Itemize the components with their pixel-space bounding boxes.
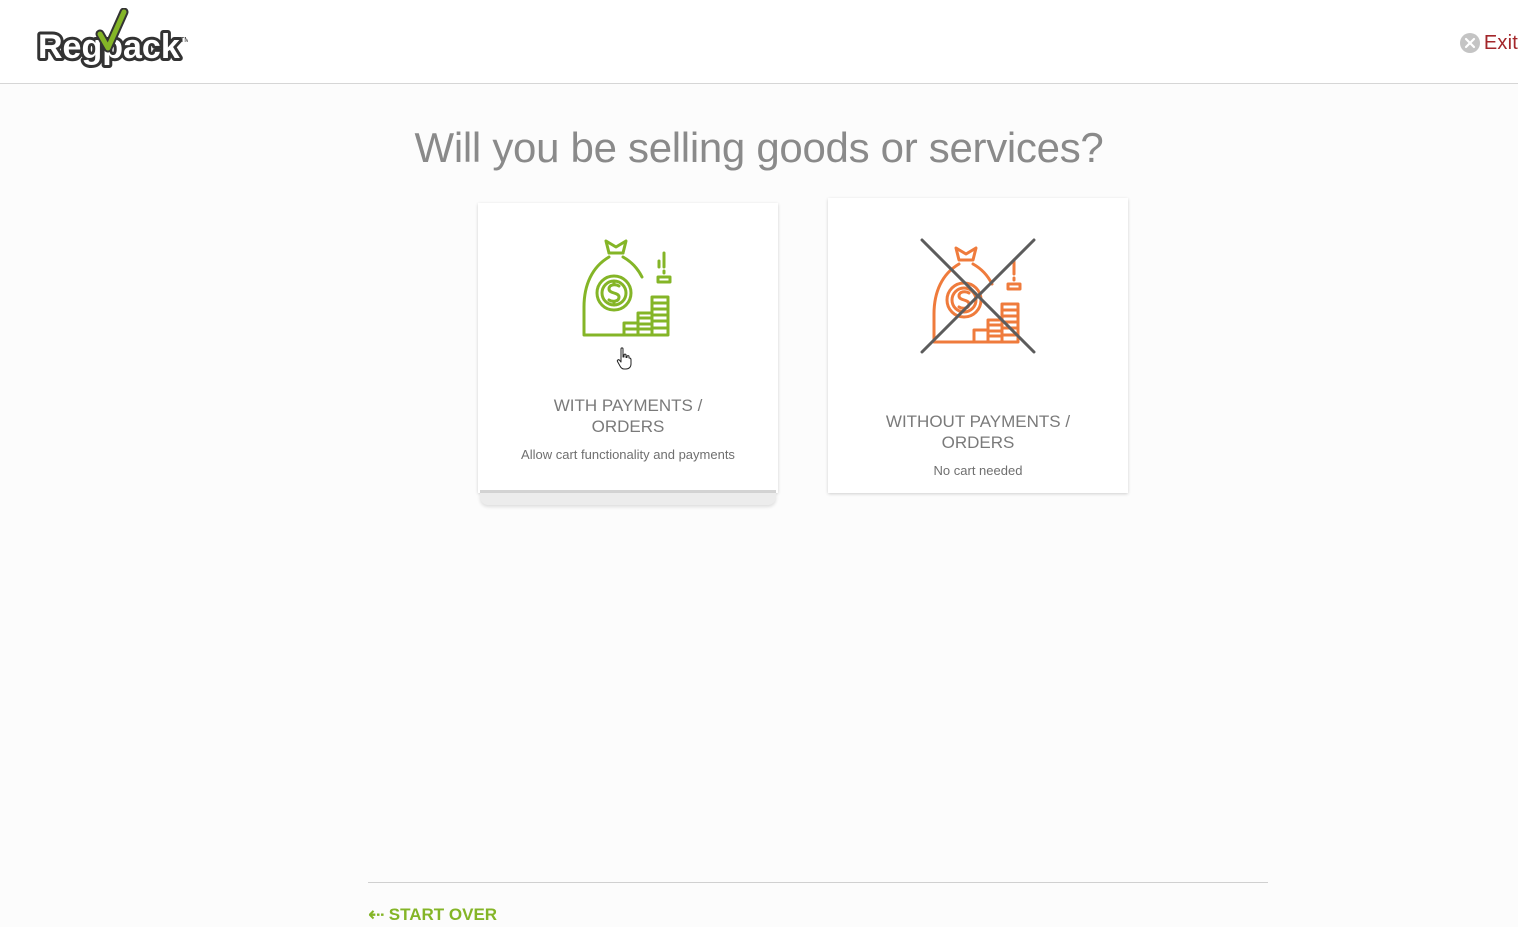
money-bag-coins-icon [582, 239, 672, 337]
selected-indicator-bar [480, 490, 776, 496]
option-title: WITH PAYMENTS / ORDERS [518, 395, 738, 437]
footer-divider [368, 882, 1268, 883]
option-title-line: WITH PAYMENTS / [553, 396, 703, 415]
page-question: Will you be selling goods or services? [414, 124, 1104, 171]
option-subtitle: Allow cart functionality and payments [521, 447, 735, 462]
option-title: WITHOUT PAYMENTS / ORDERS [868, 411, 1088, 453]
exit-label: Exit [1483, 31, 1518, 54]
hand-cursor-icon [616, 347, 632, 370]
svg-text:TM: TM [180, 37, 188, 44]
option-without-payments-card[interactable]: WITHOUT PAYMENTS / ORDERS No cart needed [828, 198, 1128, 493]
option-subtitle: No cart needed [933, 463, 1023, 478]
close-circle-icon [1459, 33, 1480, 53]
top-header: Regpack TM Exit [0, 0, 1518, 84]
exit-button[interactable]: Exit [1459, 30, 1518, 56]
money-bag-crossed-icon [920, 238, 1036, 354]
option-title-line: ORDERS [941, 433, 1015, 452]
start-over-link[interactable]: ⇠ START OVER [368, 902, 497, 927]
option-title-line: WITHOUT PAYMENTS / [885, 412, 1071, 431]
arrow-left-icon: ⇠ [368, 904, 385, 926]
option-title-line: ORDERS [591, 417, 665, 436]
start-over-label: START OVER [388, 904, 498, 924]
regpack-logo[interactable]: Regpack TM [36, 8, 188, 72]
